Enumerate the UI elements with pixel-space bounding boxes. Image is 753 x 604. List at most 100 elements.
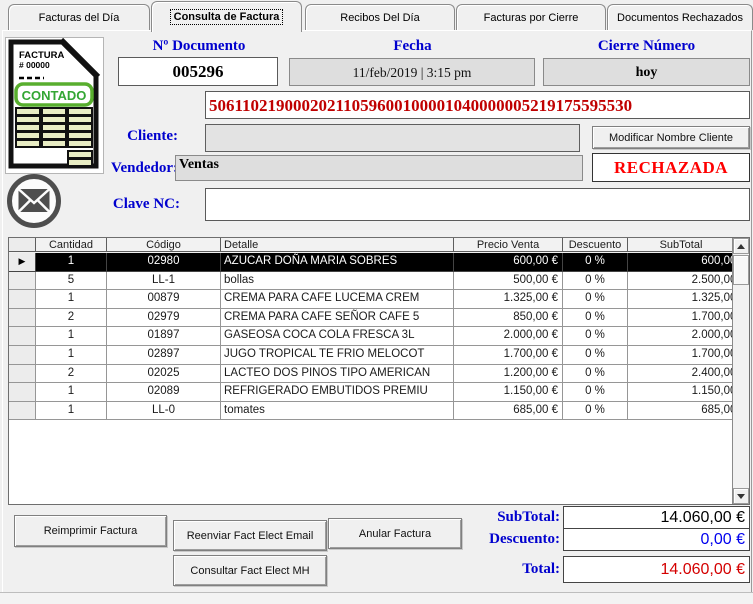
fecha-label: Fecha bbox=[290, 38, 535, 55]
table-row[interactable]: 101897GASEOSA COCA COLA FRESCA 3L2.000,0… bbox=[9, 327, 749, 346]
cell-cant: 1 bbox=[36, 290, 107, 309]
cierre-numero-label: Cierre Número bbox=[543, 38, 750, 55]
form-bottom-strip bbox=[0, 592, 753, 604]
descuento-value: 0,00 € bbox=[563, 528, 750, 551]
cell-cant: 5 bbox=[36, 272, 107, 291]
tab-recibos-del-dia[interactable]: Recibos Del Día bbox=[305, 4, 455, 30]
cell-det: JUGO TROPICAL TE FRIO MELOCOT bbox=[221, 346, 454, 365]
cierre-numero-field: hoy bbox=[543, 58, 750, 86]
cell-sel bbox=[9, 383, 36, 402]
doc-number-input[interactable]: 005296 bbox=[118, 57, 278, 86]
cell-sub: 600,00 € bbox=[628, 253, 749, 272]
total-label: Total: bbox=[420, 561, 560, 578]
cell-cod: LL-1 bbox=[107, 272, 221, 291]
cell-sub: 1.150,00 € bbox=[628, 383, 749, 402]
tab-label: Consulta de Factura bbox=[171, 10, 283, 24]
scroll-down-button[interactable] bbox=[733, 488, 749, 504]
cell-det: GASEOSA COCA COLA FRESCA 3L bbox=[221, 327, 454, 346]
table-vertical-scrollbar[interactable] bbox=[732, 238, 749, 504]
tab-facturas-del-dia[interactable]: Facturas del Día bbox=[8, 4, 150, 30]
cell-det: tomates bbox=[221, 402, 454, 421]
fecha-field: 11/feb/2019 | 3:15 pm bbox=[289, 58, 535, 86]
subtotal-label: SubTotal: bbox=[420, 509, 560, 526]
cell-desc: 0 % bbox=[563, 309, 628, 328]
cell-sel bbox=[9, 365, 36, 384]
reimprimir-factura-button[interactable]: Reimprimir Factura bbox=[14, 515, 167, 547]
cell-cod: 00879 bbox=[107, 290, 221, 309]
cell-cant: 1 bbox=[36, 253, 107, 272]
invoice-icon-number: # 00000 bbox=[19, 60, 50, 70]
cell-cant: 1 bbox=[36, 346, 107, 365]
table-row[interactable]: 202979CREMA PARA CAFE SEÑOR CAFE 5850,00… bbox=[9, 309, 749, 328]
cell-precio: 500,00 € bbox=[454, 272, 563, 291]
invoice-document-icon: FACTURA # 00000 CONTADO bbox=[5, 37, 104, 174]
cell-desc: 0 % bbox=[563, 272, 628, 291]
tab-documentos-rechazados[interactable]: Documentos Rechazados bbox=[607, 4, 753, 30]
email-icon[interactable] bbox=[5, 172, 63, 230]
table-row[interactable]: 100879CREMA PARA CAFE LUCEMA CREM1.325,0… bbox=[9, 290, 749, 309]
cell-det: CREMA PARA CAFE LUCEMA CREM bbox=[221, 290, 454, 309]
cell-precio: 2.000,00 € bbox=[454, 327, 563, 346]
table-row[interactable]: 5LL-1bollas500,00 €0 %2.500,00 € bbox=[9, 272, 749, 291]
cell-det: AZUCAR DOÑA MARIA SOBRES bbox=[221, 253, 454, 272]
tab-consulta-de-factura[interactable]: Consulta de Factura bbox=[151, 1, 302, 32]
col-selector-header bbox=[9, 238, 36, 252]
clave-nc-input[interactable] bbox=[205, 188, 750, 221]
tab-facturas-por-cierre[interactable]: Facturas por Cierre bbox=[456, 4, 606, 30]
descuento-label: Descuento: bbox=[420, 531, 560, 548]
cell-desc: 0 % bbox=[563, 327, 628, 346]
table-row[interactable]: 102897JUGO TROPICAL TE FRIO MELOCOT 1.700… bbox=[9, 346, 749, 365]
cell-precio: 1.150,00 € bbox=[454, 383, 563, 402]
table-header-row: Cantidad Código Detalle Precio Venta Des… bbox=[9, 238, 749, 253]
cliente-label: Cliente: bbox=[100, 128, 178, 145]
cell-precio: 850,00 € bbox=[454, 309, 563, 328]
cell-cod: 02897 bbox=[107, 346, 221, 365]
tab-label: Facturas del Día bbox=[39, 12, 120, 24]
cell-sel: ▶ bbox=[9, 253, 36, 272]
cell-sub: 2.500,00 € bbox=[628, 272, 749, 291]
col-subtotal-header: SubTotal bbox=[628, 238, 734, 252]
cell-sub: 1.700,00 € bbox=[628, 309, 749, 328]
table-row[interactable]: 202025LACTEO DOS PINOS TIPO AMERICAN1.20… bbox=[9, 365, 749, 384]
cell-precio: 600,00 € bbox=[454, 253, 563, 272]
reenviar-fact-elect-email-button[interactable]: Reenviar Fact Elect Email bbox=[173, 520, 327, 551]
col-descuento-header: Descuento bbox=[563, 238, 628, 252]
cell-cod: 01897 bbox=[107, 327, 221, 346]
cell-desc: 0 % bbox=[563, 402, 628, 421]
col-cantidad-header: Cantidad bbox=[36, 238, 107, 252]
cell-cant: 1 bbox=[36, 402, 107, 421]
cell-sel bbox=[9, 346, 36, 365]
cell-sub: 1.700,00 € bbox=[628, 346, 749, 365]
col-codigo-header: Código bbox=[107, 238, 221, 252]
cliente-input[interactable] bbox=[205, 124, 580, 152]
total-value: 14.060,00 € bbox=[563, 556, 750, 583]
doc-number-label: Nº Documento bbox=[118, 38, 280, 55]
invoice-lines-table: Cantidad Código Detalle Precio Venta Des… bbox=[8, 237, 750, 505]
cell-desc: 0 % bbox=[563, 383, 628, 402]
scrollbar-thumb[interactable] bbox=[733, 255, 749, 285]
cell-det: bollas bbox=[221, 272, 454, 291]
col-precio-venta-header: Precio Venta bbox=[454, 238, 563, 252]
cell-sel bbox=[9, 290, 36, 309]
table-row[interactable]: ▶102980AZUCAR DOÑA MARIA SOBRES600,00 €0… bbox=[9, 253, 749, 272]
cell-precio: 685,00 € bbox=[454, 402, 563, 421]
invoice-icon-graphic: FACTURA # 00000 CONTADO bbox=[6, 38, 101, 171]
scroll-up-button[interactable] bbox=[733, 238, 749, 254]
scroll-down-icon bbox=[737, 494, 745, 499]
cell-cod: 02089 bbox=[107, 383, 221, 402]
subtotal-value: 14.060,00 € bbox=[563, 506, 750, 529]
cell-cod: 02980 bbox=[107, 253, 221, 272]
cell-precio: 1.200,00 € bbox=[454, 365, 563, 384]
cell-sub: 1.325,00 € bbox=[628, 290, 749, 309]
clave-numerica-field[interactable]: 5061102190002021105960010000104000000521… bbox=[205, 91, 750, 119]
consultar-fact-elect-mh-button[interactable]: Consultar Fact Elect MH bbox=[173, 555, 327, 586]
modificar-nombre-cliente-button[interactable]: Modificar Nombre Cliente bbox=[592, 126, 750, 149]
cell-cant: 1 bbox=[36, 327, 107, 346]
table-row[interactable]: 102089REFRIGERADO EMBUTIDOS PREMIU1.150,… bbox=[9, 383, 749, 402]
cell-desc: 0 % bbox=[563, 290, 628, 309]
table-row[interactable]: 1LL-0tomates685,00 €0 %685,00 € bbox=[9, 402, 749, 421]
grid-body: ▶102980AZUCAR DOÑA MARIA SOBRES600,00 €0… bbox=[9, 253, 749, 420]
cell-desc: 0 % bbox=[563, 365, 628, 384]
cell-precio: 1.325,00 € bbox=[454, 290, 563, 309]
col-detalle-header: Detalle bbox=[221, 238, 454, 252]
